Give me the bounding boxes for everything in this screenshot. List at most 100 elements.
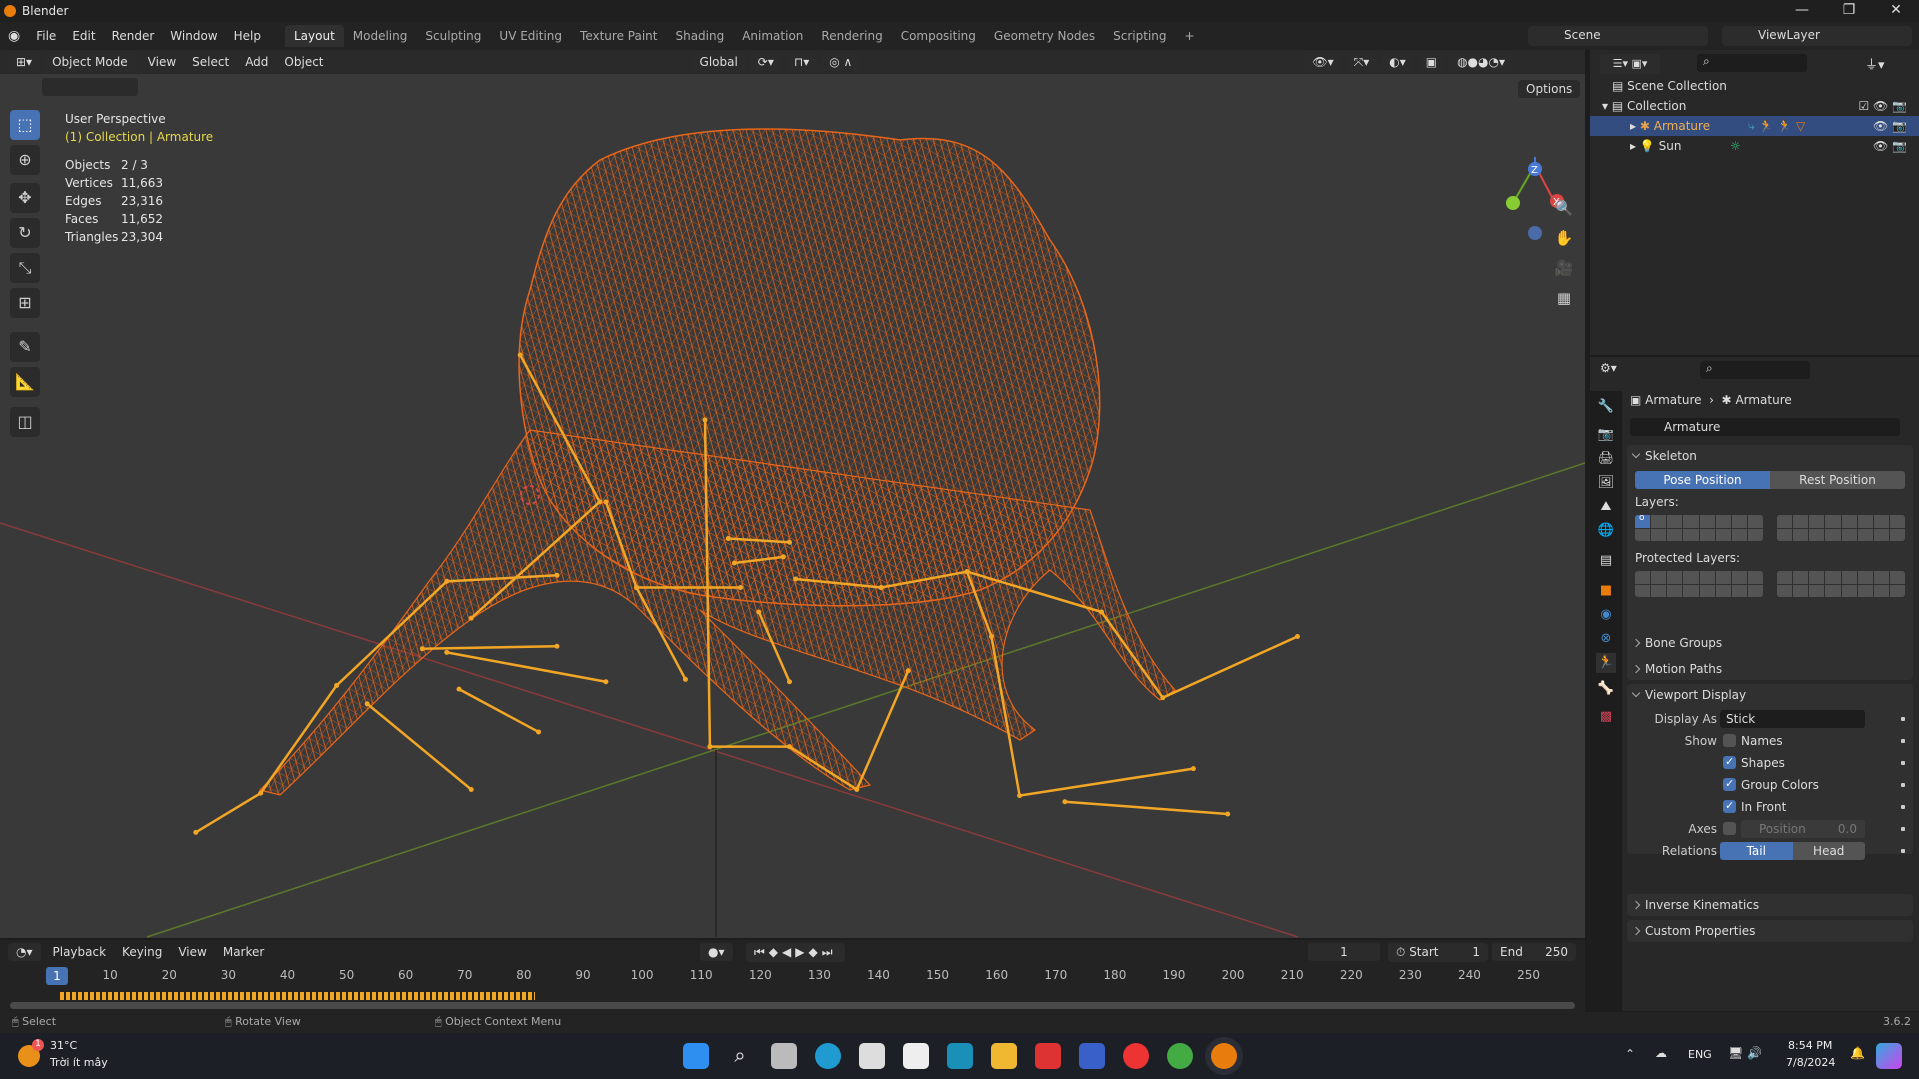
layer-cell[interactable]: [1731, 515, 1747, 528]
3d-viewport[interactable]: ⊞▾ Object Mode View Select Add Object Gl…: [0, 50, 1585, 938]
pose-position-button[interactable]: Pose Position: [1635, 471, 1770, 489]
keyframes-strip[interactable]: [60, 992, 535, 1000]
blender-menu-icon[interactable]: ◉: [0, 28, 28, 44]
layer-cell[interactable]: [1809, 571, 1825, 584]
group-colors-checkbox[interactable]: [1723, 775, 1736, 793]
protected-layers-grid-left[interactable]: [1635, 571, 1763, 597]
timeline-view-menu[interactable]: View: [170, 945, 214, 959]
outliner-display-mode-icon[interactable]: ☰▾ ▣▾: [1600, 54, 1660, 74]
auto-keying-button[interactable]: ●▾: [700, 943, 733, 961]
outliner-item-armature[interactable]: ▸ ✱ Armature ⤷ 🏃 🏃 ▽ 👁 📷: [1590, 116, 1919, 136]
blender-taskbar-icon[interactable]: [1211, 1043, 1237, 1069]
overlays-icon[interactable]: ◐▾: [1381, 53, 1414, 71]
store-icon[interactable]: [903, 1043, 929, 1069]
tail-button[interactable]: Tail: [1720, 842, 1793, 860]
onedrive-icon[interactable]: ☁: [1655, 1046, 1667, 1060]
frame-ruler[interactable]: 10 20 30 40 50 60 70 80 90 100 110 120 130 140 150 160 1…: [0, 968, 1585, 988]
constraints-tab-icon[interactable]: ⊗: [1596, 629, 1616, 649]
layer-cell[interactable]: [1889, 528, 1905, 541]
viewport-display-header[interactable]: Viewport Display: [1627, 684, 1913, 706]
scene-canvas[interactable]: [0, 50, 1585, 938]
current-frame-field[interactable]: 1: [1308, 943, 1380, 961]
network-volume-icon[interactable]: 🖥 🔊: [1728, 1046, 1762, 1060]
zoom-view-icon[interactable]: 🔍: [1551, 195, 1577, 221]
world-tab-icon[interactable]: 🌐: [1596, 521, 1616, 541]
relations-toggle[interactable]: Tail Head: [1720, 842, 1865, 860]
add-workspace-button[interactable]: +: [1176, 25, 1204, 47]
layer-cell[interactable]: [1793, 515, 1809, 528]
tab-shading[interactable]: Shading: [666, 25, 733, 47]
playback-menu[interactable]: Playback: [45, 945, 115, 959]
collection-row[interactable]: ▾ ▤ Collection ☑ 👁 📷: [1590, 96, 1919, 116]
snap-icon[interactable]: ⊓▾: [785, 53, 818, 71]
layer-cell[interactable]: [1809, 515, 1825, 528]
xray-icon[interactable]: ▣: [1417, 53, 1446, 71]
layer-cell[interactable]: [1667, 571, 1683, 584]
layer-cell[interactable]: [1715, 571, 1731, 584]
layer-cell[interactable]: [1635, 584, 1651, 597]
layer-cell[interactable]: [1809, 528, 1825, 541]
tab-compositing[interactable]: Compositing: [892, 25, 985, 47]
app-m-icon[interactable]: [1079, 1043, 1105, 1069]
rotate-tool-icon[interactable]: ↻: [10, 218, 40, 248]
maximize-button[interactable]: ❐: [1829, 2, 1869, 18]
start-icon[interactable]: [683, 1043, 709, 1069]
layer-cell[interactable]: [1873, 515, 1889, 528]
layer-cell[interactable]: [1683, 515, 1699, 528]
outliner-search-input[interactable]: ⌕: [1697, 54, 1807, 72]
annotate-tool-icon[interactable]: ✎: [10, 332, 40, 362]
marker-menu[interactable]: Marker: [215, 945, 272, 959]
transform-orientation-dropdown[interactable]: Global: [691, 53, 746, 71]
layer-cell[interactable]: [1731, 584, 1747, 597]
head-button[interactable]: Head: [1792, 842, 1865, 860]
display-as-dropdown[interactable]: Stick: [1720, 710, 1865, 728]
gizmo-toggle-icon[interactable]: ⤧▾: [1345, 52, 1378, 72]
unikey-icon[interactable]: [1035, 1043, 1061, 1069]
transform-tool-icon[interactable]: ⊞: [10, 288, 40, 318]
layer-cell[interactable]: [1793, 571, 1809, 584]
tab-animation[interactable]: Animation: [733, 25, 812, 47]
visibility-icon[interactable]: 👁▾: [1304, 53, 1342, 71]
layer-cell[interactable]: [1715, 515, 1731, 528]
task-view-icon[interactable]: [771, 1043, 797, 1069]
playback-controls[interactable]: ⏮◆◀▶◆⏭: [746, 943, 845, 962]
clock-time[interactable]: 8:54 PM: [1788, 1039, 1832, 1052]
layer-cell[interactable]: [1793, 584, 1809, 597]
armature-datablock-field[interactable]: Armature: [1630, 418, 1900, 436]
timeline-editor[interactable]: ◔▾ Playback Keying View Marker ●▾ ⏮◆◀▶◆⏭…: [0, 940, 1585, 1012]
editor-type-button[interactable]: ⊞▾: [8, 53, 41, 71]
shapes-checkbox[interactable]: [1723, 753, 1736, 771]
chrome-icon[interactable]: [1123, 1043, 1149, 1069]
proportional-edit-icon[interactable]: ◎ ∧: [821, 53, 861, 71]
menu-edit[interactable]: Edit: [64, 29, 103, 43]
layer-cell[interactable]: [1651, 528, 1667, 541]
layer-cell[interactable]: [1651, 515, 1667, 528]
layer-cell[interactable]: [1699, 584, 1715, 597]
start-frame-field[interactable]: ⏱ Start 1: [1388, 943, 1488, 962]
tab-sculpting[interactable]: Sculpting: [416, 25, 490, 47]
layer-cell[interactable]: [1841, 584, 1857, 597]
layer-cell[interactable]: [1777, 571, 1793, 584]
layer-cell[interactable]: [1777, 528, 1793, 541]
select-box-tool-icon[interactable]: ⬚: [10, 110, 40, 140]
viewport-menu-view[interactable]: View: [140, 55, 184, 69]
copilot-icon[interactable]: [1876, 1043, 1902, 1069]
edge-icon[interactable]: [815, 1043, 841, 1069]
motion-paths-panel[interactable]: Motion Paths: [1627, 658, 1913, 680]
navigation-gizmo[interactable]: Z X: [1495, 105, 1575, 245]
scene-collection-row[interactable]: ▤ Scene Collection: [1590, 76, 1919, 96]
layer-cell[interactable]: [1715, 584, 1731, 597]
collection-tab-icon[interactable]: ▤: [1596, 551, 1616, 571]
view-layer-tab-icon[interactable]: 🖼: [1596, 473, 1616, 493]
layer-cell[interactable]: [1873, 528, 1889, 541]
layer-cell[interactable]: [1777, 515, 1793, 528]
measure-tool-icon[interactable]: 📐: [10, 367, 40, 397]
inverse-kinematics-panel[interactable]: Inverse Kinematics: [1627, 894, 1913, 916]
selection-mode-buttons[interactable]: [42, 78, 138, 96]
camera-view-icon[interactable]: 🎥: [1551, 255, 1577, 281]
render-tab-icon[interactable]: 📷: [1596, 425, 1616, 445]
search-icon[interactable]: ⌕: [727, 1043, 753, 1069]
layer-cell[interactable]: [1683, 584, 1699, 597]
layer-cell[interactable]: [1825, 528, 1841, 541]
layer-cell[interactable]: [1667, 528, 1683, 541]
